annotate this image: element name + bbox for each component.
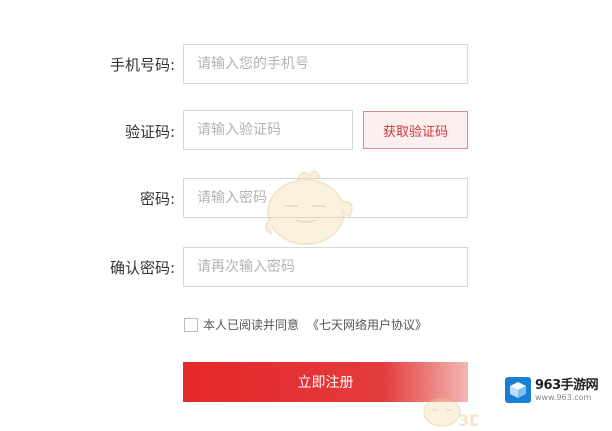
agreement-link[interactable]: 《七天网络用户协议》 <box>307 316 427 333</box>
mascot-small-watermark-icon: 3D <box>423 397 478 430</box>
registration-page: 手机号码: 验证码: 获取验证码 密码: 确认密码: 本人已阅读并同意 《七天网… <box>0 0 612 431</box>
cube-logo-icon <box>505 377 531 403</box>
confirm-password-label: 确认密码: <box>109 259 175 277</box>
get-code-button[interactable]: 获取验证码 <box>363 111 468 149</box>
phone-input[interactable] <box>183 44 468 84</box>
confirm-password-input[interactable] <box>183 247 468 287</box>
password-label: 密码: <box>139 190 175 208</box>
code-label: 验证码: <box>124 123 175 141</box>
svg-text:3D: 3D <box>458 411 478 430</box>
phone-label: 手机号码: <box>109 56 175 74</box>
logo-title: 963手游网 <box>535 377 599 393</box>
code-input[interactable] <box>183 110 353 150</box>
mascot-watermark-icon <box>265 170 353 245</box>
agreement-row: 本人已阅读并同意 《七天网络用户协议》 <box>184 316 427 333</box>
agreement-checkbox[interactable] <box>184 317 198 332</box>
site-logo: 963手游网 www.963.com <box>505 377 599 403</box>
agreement-text: 本人已阅读并同意 <box>203 318 300 332</box>
logo-url: www.963.com <box>535 392 592 402</box>
